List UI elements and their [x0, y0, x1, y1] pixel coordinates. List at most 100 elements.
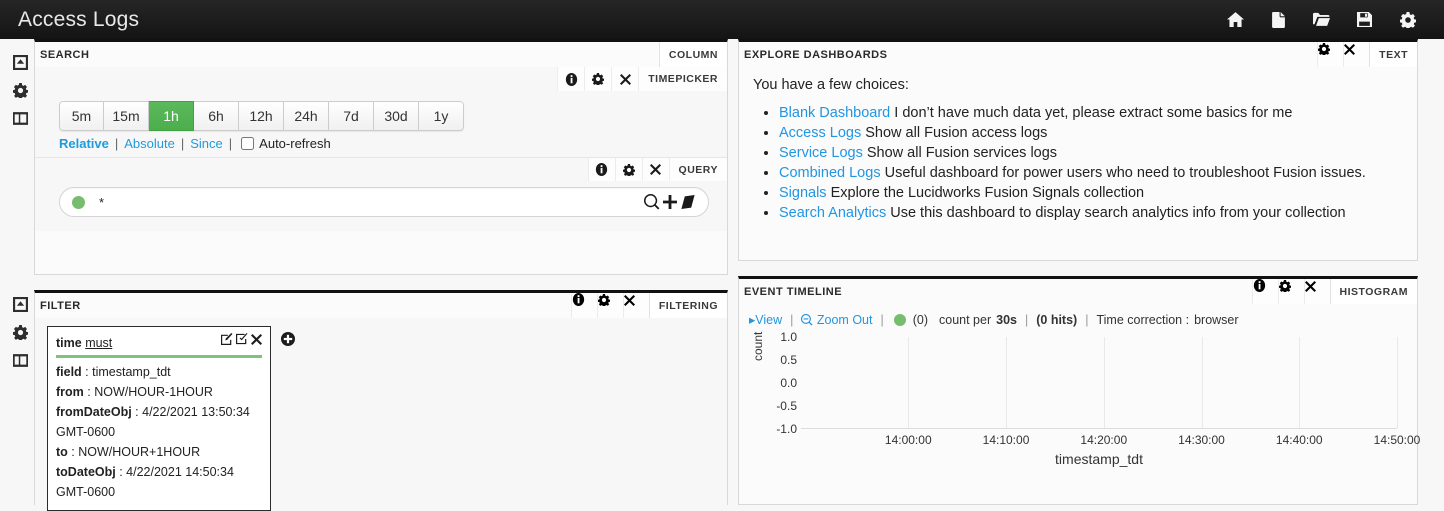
dashboard-link-blank[interactable]: Blank Dashboard	[779, 105, 890, 121]
filter-row-from: from : NOW/HOUR-1HOUR	[56, 385, 213, 399]
x-tick: 14:10:00	[982, 433, 1030, 447]
list-item: Access Logs Show all Fusion access logs	[779, 123, 1403, 143]
filter-card-type[interactable]: must	[85, 336, 112, 350]
info-icon[interactable]	[1251, 279, 1278, 304]
home-icon[interactable]	[1227, 11, 1244, 28]
gear-icon[interactable]	[596, 293, 623, 318]
info-icon[interactable]	[587, 158, 615, 181]
filter-card-actions	[221, 333, 262, 345]
info-icon[interactable]	[557, 67, 585, 91]
time-correction-label: Time correction :	[1096, 312, 1190, 327]
toggle-filter-icon[interactable]	[236, 333, 248, 345]
gear-icon[interactable]	[1277, 279, 1304, 304]
explore-intro: You have a few choices:	[753, 77, 909, 93]
save-icon[interactable]	[1356, 11, 1373, 28]
tab-histogram[interactable]: HISTOGRAM	[1329, 279, 1417, 304]
time-range-6h[interactable]: 6h	[194, 101, 239, 131]
time-range-5m[interactable]: 5m	[59, 101, 104, 131]
add-panel-icon[interactable]	[13, 353, 28, 368]
tab-filtering[interactable]: FILTERING	[648, 293, 727, 318]
remove-filter-icon[interactable]	[251, 333, 262, 345]
timeline-panel-body: ▸View | Zoom Out | (0) count per 30s | (…	[739, 304, 1420, 467]
filter-panel-body: time must field: timestamp_tdt from: N…	[35, 318, 727, 511]
collapse-panel-icon[interactable]	[13, 55, 28, 70]
dashboard-desc: Useful dashboard for power users who nee…	[884, 165, 1366, 181]
filter-card-header: time must	[56, 333, 262, 353]
timeline-panel-header: EVENT TIMELINE HISTOGRAM	[739, 279, 1417, 304]
query-input-wrapper[interactable]	[59, 187, 709, 217]
gear-icon[interactable]	[13, 83, 28, 98]
search-panel-tabs: COLUMN	[658, 42, 727, 67]
dashboard-link-service-logs[interactable]: Service Logs	[779, 145, 863, 161]
close-icon[interactable]	[611, 67, 639, 91]
search-icon[interactable]	[644, 194, 660, 210]
add-query-icon[interactable]	[663, 195, 677, 209]
count-per-value[interactable]: 30s	[996, 313, 1017, 327]
filter-panel-title: FILTER	[40, 299, 81, 312]
auto-refresh-checkbox[interactable]	[241, 137, 255, 150]
collapse-panel-icon[interactable]	[13, 297, 28, 312]
close-icon[interactable]	[1343, 42, 1370, 67]
search-input[interactable]	[97, 193, 644, 211]
gear-icon[interactable]	[584, 67, 612, 91]
time-range-12h[interactable]: 12h	[239, 101, 284, 131]
search-panel-header: SEARCH COLUMN	[35, 42, 727, 67]
time-range-24h[interactable]: 24h	[284, 101, 329, 131]
dashboard-link-signals[interactable]: Signals	[779, 185, 827, 201]
rail-group-search	[13, 55, 28, 139]
time-range-1h[interactable]: 1h	[149, 101, 194, 131]
query-color-dot[interactable]	[72, 195, 85, 209]
time-range-7d[interactable]: 7d	[329, 101, 374, 131]
add-panel-icon[interactable]	[13, 111, 28, 126]
dashboard-link-access-logs[interactable]: Access Logs	[779, 125, 861, 141]
right-column: EXPLORE DASHBOARDS TEXT You have a few c…	[738, 39, 1420, 505]
top-bar-actions	[1227, 11, 1444, 28]
time-range-30d[interactable]: 30d	[374, 101, 419, 131]
gridline	[908, 337, 910, 428]
count-per-prefix: count per	[939, 312, 992, 327]
filter-row-todateobj: toDateObj : 4/22/2021 14:50:34 GMT-0600	[56, 465, 234, 499]
gear-icon[interactable]	[1317, 42, 1344, 67]
timeline-panel-tabs: HISTOGRAM	[1251, 279, 1417, 304]
gear-icon[interactable]	[13, 325, 28, 340]
dashboard-link-search-analytics[interactable]: Search Analytics	[779, 205, 886, 221]
info-icon[interactable]	[570, 293, 597, 318]
divider: |	[1085, 312, 1089, 327]
dashboard-list: Blank Dashboard I don’t have much data y…	[753, 103, 1403, 223]
link-relative[interactable]: Relative	[59, 136, 109, 151]
edit-icon[interactable]	[221, 333, 233, 345]
open-folder-icon[interactable]	[1313, 11, 1330, 28]
new-document-icon[interactable]	[1270, 11, 1287, 28]
link-since[interactable]: Since	[190, 136, 223, 151]
time-range-button-group: 5m 15m 1h 6h 12h 24h 7d 30d 1y	[59, 101, 464, 131]
tab-column[interactable]: COLUMN	[658, 42, 727, 67]
gear-icon[interactable]	[614, 158, 642, 181]
close-icon[interactable]	[641, 158, 669, 181]
tab-text[interactable]: TEXT	[1369, 42, 1417, 67]
time-range-1y[interactable]: 1y	[419, 101, 464, 131]
dashboard-link-combined-logs[interactable]: Combined Logs	[779, 165, 881, 181]
timepicker: 5m 15m 1h 6h 12h 24h 7d 30d 1y Relative …	[35, 91, 727, 157]
dashboard-desc: Show all Fusion access logs	[865, 125, 1048, 141]
list-item: Signals Explore the Lucidworks Fusion Si…	[779, 183, 1403, 203]
clear-query-icon[interactable]	[680, 195, 696, 209]
series-color-dot[interactable]	[893, 313, 906, 326]
x-tick: 14:50:00	[1373, 433, 1421, 447]
view-toggle[interactable]: ▸View	[749, 312, 782, 327]
close-icon[interactable]	[622, 293, 649, 318]
divider: |	[1024, 312, 1029, 327]
add-filter-icon[interactable]	[281, 332, 295, 346]
event-timeline-chart[interactable]: count 1.0 0.5 0.0 -0.5 -1.0 14:00:00 14:…	[749, 330, 1420, 467]
close-icon[interactable]	[1303, 279, 1330, 304]
query-label[interactable]: QUERY	[668, 158, 727, 181]
link-absolute[interactable]: Absolute	[124, 136, 175, 151]
list-item: Search Analytics Use this dashboard to d…	[779, 203, 1403, 223]
chart-plot-area[interactable]	[801, 337, 1398, 429]
time-range-15m[interactable]: 15m	[104, 101, 149, 131]
settings-gear-icon[interactable]	[1399, 11, 1416, 28]
histogram-controls: ▸View | Zoom Out | (0) count per 30s | (…	[749, 312, 1407, 328]
filter-row-key: toDateObj	[56, 465, 116, 479]
zoom-out-button[interactable]: Zoom Out	[801, 313, 872, 327]
timepicker-label[interactable]: TIMEPICKER	[638, 67, 727, 91]
series-count: (0)	[912, 312, 928, 327]
